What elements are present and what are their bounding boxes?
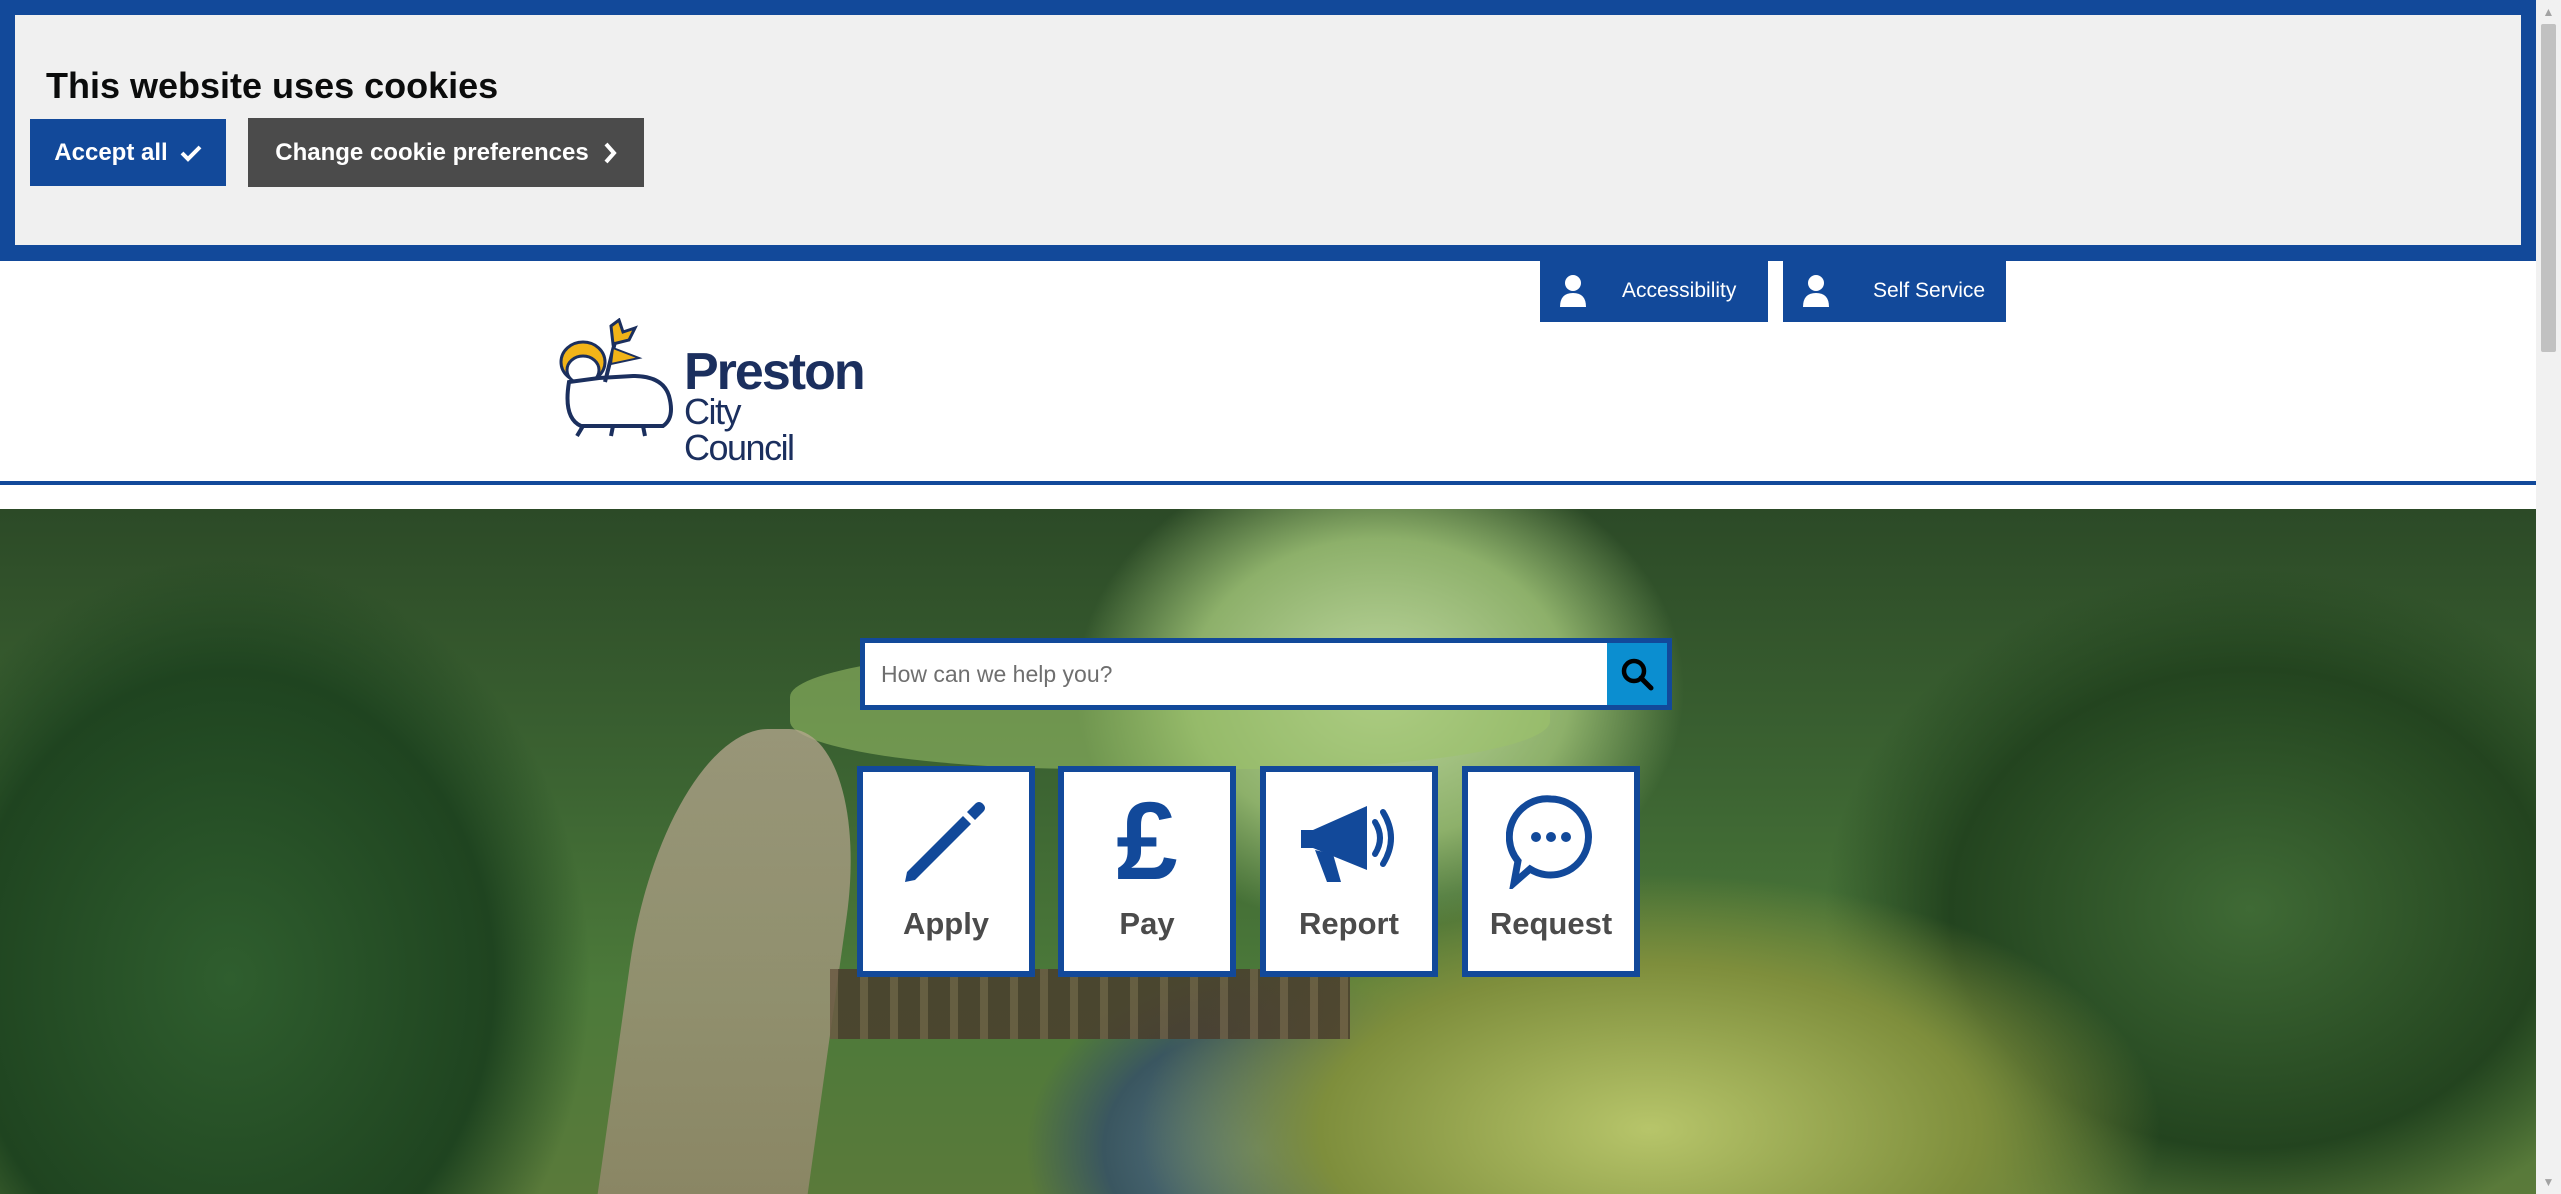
search-button[interactable] (1607, 643, 1667, 705)
page-scrollbar[interactable]: ▲ ▼ (2536, 0, 2561, 1194)
hero-bridge (830, 969, 1350, 1039)
self-service-label: Self Service (1873, 279, 1986, 302)
chevron-right-icon (604, 142, 617, 163)
user-icon (1560, 275, 1586, 307)
report-tile[interactable]: Report (1260, 766, 1438, 977)
accept-all-label: Accept all (54, 138, 168, 166)
header-divider (0, 481, 2536, 485)
cookie-banner-title: This website uses cookies (46, 65, 499, 106)
preston-city-council-logo[interactable]: Preston City Council (553, 318, 866, 466)
report-label: Report (1299, 906, 1399, 941)
pay-label: Pay (1119, 906, 1175, 941)
self-service-button[interactable]: Self Service (1783, 260, 2006, 322)
logo-text-city-council: City Council (684, 391, 795, 468)
svg-text:£: £ (1116, 791, 1177, 891)
search-icon (1621, 658, 1654, 691)
scroll-up-arrow-icon[interactable]: ▲ (2536, 0, 2561, 24)
change-cookie-preferences-button[interactable]: Change cookie preferences (248, 118, 644, 187)
accept-all-cookies-button[interactable]: Accept all (30, 119, 226, 186)
pencil-icon (886, 790, 1006, 892)
user-icon (1803, 275, 1829, 307)
apply-label: Apply (902, 906, 990, 941)
accessibility-button[interactable]: Accessibility (1540, 260, 1768, 322)
scroll-down-arrow-icon[interactable]: ▼ (2536, 1170, 2561, 1194)
scrollbar-thumb[interactable] (2541, 24, 2556, 352)
lamb-emblem-icon (559, 318, 673, 438)
accessibility-label: Accessibility (1622, 279, 1737, 302)
change-preferences-label: Change cookie preferences (275, 138, 589, 166)
speech-bubble-icon (1491, 790, 1611, 892)
checkmark-icon (180, 145, 202, 162)
request-tile[interactable]: Request (1462, 766, 1640, 977)
search-form (860, 638, 1672, 710)
request-label: Request (1489, 906, 1613, 941)
hero-path (596, 729, 874, 1194)
pound-icon: £ (1087, 790, 1207, 892)
search-input[interactable] (865, 643, 1607, 705)
apply-tile[interactable]: Apply (857, 766, 1035, 977)
megaphone-icon (1289, 790, 1409, 892)
cookie-banner: This website uses cookies Accept all Cha… (0, 0, 2536, 261)
pay-tile[interactable]: £ Pay (1058, 766, 1236, 977)
